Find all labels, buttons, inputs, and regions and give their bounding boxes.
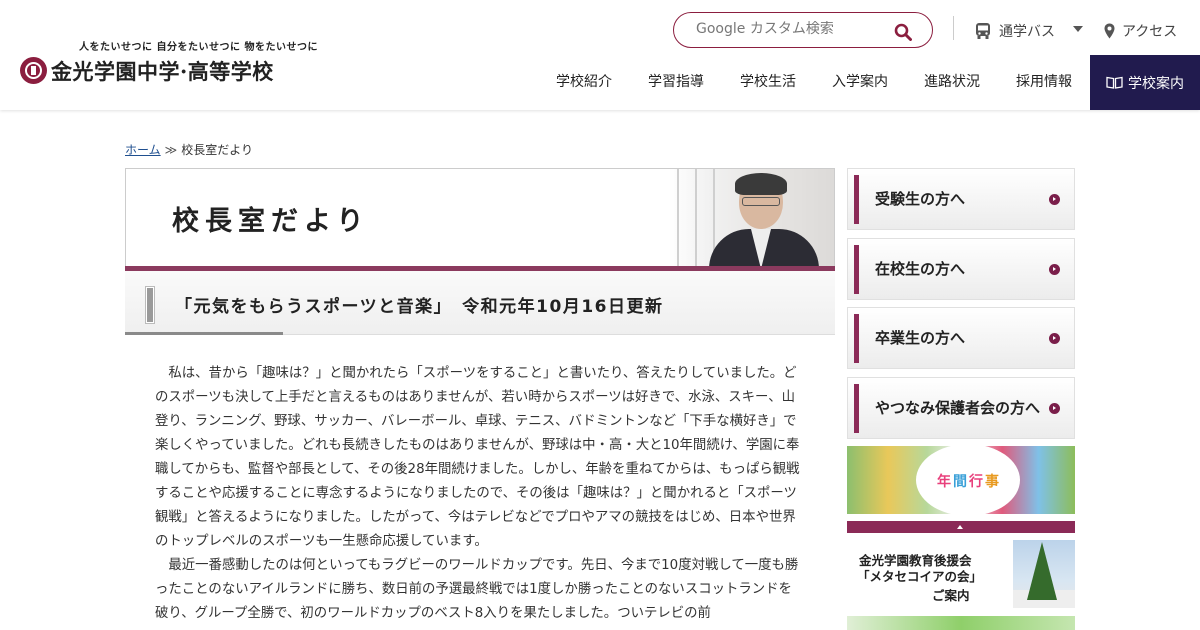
sidebar-link-label: 在校生の方へ	[875, 260, 966, 278]
annual-events-label: 年間行事	[937, 474, 1001, 490]
breadcrumb-separator: ≫	[164, 143, 178, 157]
nav-item-academics[interactable]: 学習指導	[630, 55, 722, 110]
article-header: 「元気をもらうスポーツと音楽」 令和元年10月16日更新	[125, 271, 835, 335]
logo-tagline: 人をたいせつに 自分をたいせつに 物をたいせつに	[79, 42, 318, 53]
sidebar-banner-partial[interactable]	[847, 616, 1075, 630]
sidebar-link-label: 受験生の方へ	[875, 190, 966, 208]
arrow-right-icon	[1049, 333, 1060, 344]
logo-name: 金光学園中学·高等学校	[51, 59, 274, 84]
annual-events-banner[interactable]: 年間行事	[847, 446, 1075, 514]
breadcrumb-home-link[interactable]: ホーム	[125, 143, 161, 157]
page-banner: 校長室だより	[125, 168, 835, 271]
metasequoia-photo	[1013, 540, 1075, 608]
meta-line-3: ご案内	[932, 588, 970, 603]
principal-photo	[669, 169, 834, 271]
site-logo[interactable]: 人をたいせつに 自分をたいせつに 物をたいせつに 金光学園中学·高等学校	[20, 38, 318, 86]
main-nav: 学校紹介 学習指導 学校生活 入学案内 進路状況 採用情報	[538, 55, 1090, 110]
book-icon	[1106, 76, 1123, 89]
sidebar-link-prospective-students[interactable]: 受験生の方へ	[847, 168, 1075, 230]
search-icon[interactable]	[894, 23, 912, 41]
bus-label: 通学バス	[999, 24, 1055, 40]
sidebar-link-label: 卒業生の方へ	[875, 329, 966, 347]
sidebar-link-label: やつなみ保護者会の方へ	[875, 399, 1041, 417]
article-paragraph: 私は、昔から「趣味は？」と聞かれたら「スポーツをすること」と書いたり、答えたりし…	[155, 366, 800, 549]
nav-item-careers[interactable]: 進路状況	[906, 55, 998, 110]
chevron-up-icon[interactable]	[847, 521, 1075, 533]
meta-line-2: 「メタセコイアの会」	[857, 569, 983, 584]
chevron-down-icon[interactable]	[1073, 26, 1083, 32]
article-body: 私は、昔から「趣味は？」と聞かれたら「スポーツをすること」と書いたり、答えたりし…	[155, 362, 805, 626]
metasequoia-banner[interactable]: 金光学園教育後援会 「メタセコイアの会」 ご案内	[847, 540, 1075, 618]
school-guide-button[interactable]: 学校案内	[1090, 55, 1200, 110]
access-link[interactable]: アクセス	[1104, 21, 1177, 41]
page-title: 校長室だより	[172, 206, 370, 237]
access-label: アクセス	[1122, 24, 1178, 40]
article-paragraph: 最近一番感動したのは何といってもラグビーのワールドカップです。先日、今まで10度…	[155, 558, 799, 621]
school-emblem-icon	[20, 57, 47, 84]
search-input[interactable]	[696, 21, 896, 37]
breadcrumb-current: 校長室だより	[181, 143, 253, 157]
sidebar-link-parents-association[interactable]: やつなみ保護者会の方へ	[847, 377, 1075, 439]
arrow-right-icon	[1049, 403, 1060, 414]
heading-marker	[146, 287, 154, 323]
nav-item-admissions[interactable]: 入学案内	[814, 55, 906, 110]
heading-underline	[125, 332, 283, 335]
school-bus-link[interactable]: 通学バス	[975, 21, 1055, 41]
sidebar-link-alumni[interactable]: 卒業生の方へ	[847, 307, 1075, 369]
school-guide-label: 学校案内	[1128, 75, 1184, 92]
bus-icon	[976, 23, 990, 39]
sidebar-link-current-students[interactable]: 在校生の方へ	[847, 238, 1075, 300]
nav-item-recruitment[interactable]: 採用情報	[998, 55, 1090, 110]
map-pin-icon	[1104, 23, 1115, 39]
search-box	[673, 12, 933, 48]
site-header: 人をたいせつに 自分をたいせつに 物をたいせつに 金光学園中学·高等学校 通学バ…	[0, 0, 1200, 110]
breadcrumb: ホーム ≫ 校長室だより	[125, 141, 253, 158]
nav-item-about[interactable]: 学校紹介	[538, 55, 630, 110]
header-divider	[953, 16, 954, 40]
arrow-right-icon	[1049, 264, 1060, 275]
article-headline: 「元気をもらうスポーツと音楽」 令和元年10月16日更新	[175, 297, 664, 317]
arrow-right-icon	[1049, 194, 1060, 205]
nav-item-school-life[interactable]: 学校生活	[722, 55, 814, 110]
